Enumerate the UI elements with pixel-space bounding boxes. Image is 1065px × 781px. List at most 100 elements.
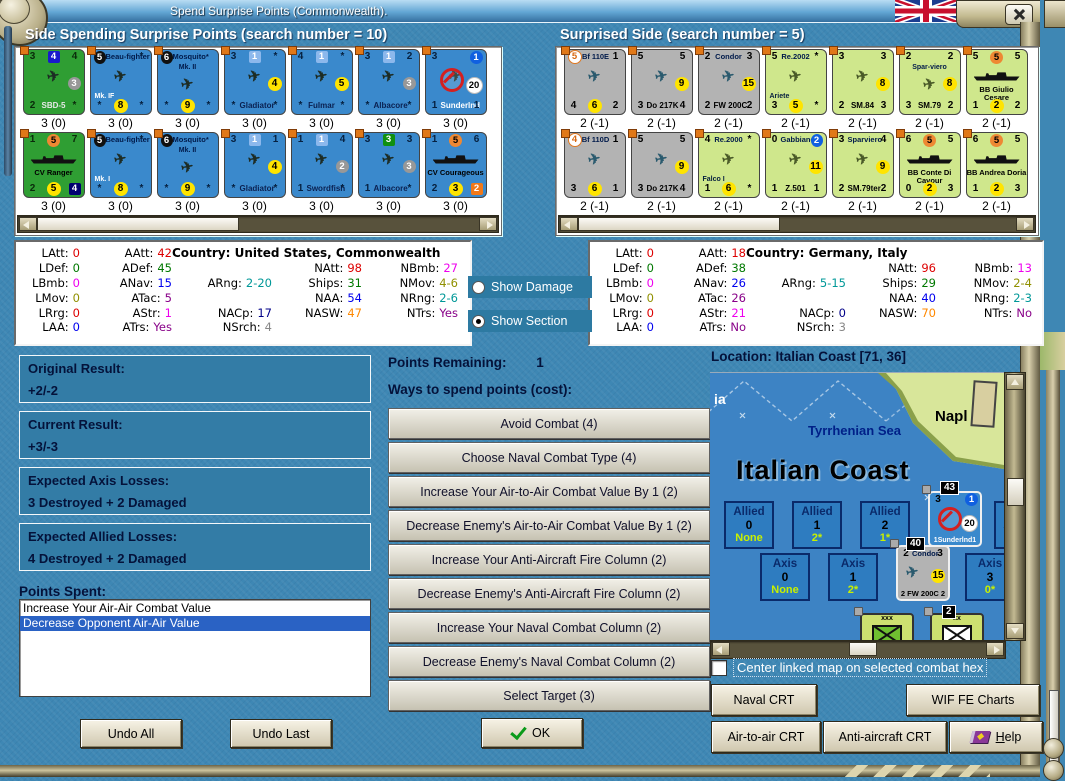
undo-last-button[interactable]: Undo Last xyxy=(230,719,332,748)
show-damage-radio[interactable]: Show Damage xyxy=(468,276,592,298)
unit-counter[interactable]: 1 5 7 CV Ranger 2 5 4 3 (0) xyxy=(19,129,87,213)
map-vertical-scrollbar[interactable] xyxy=(1004,372,1026,641)
scroll-thumb[interactable] xyxy=(849,642,877,656)
unit-counter[interactable]: 4 Re.2000 * ✈ Falco I 1 6 * 2 (-1) xyxy=(694,129,762,213)
stack-summary-box[interactable]: Axis 1 2* xyxy=(828,553,878,601)
spend-option-button[interactable]: Choose Naval Combat Type (4) xyxy=(388,442,710,473)
spend-option-button[interactable]: Increase Your Anti-Aircraft Fire Column … xyxy=(388,544,710,575)
scroll-thumb[interactable] xyxy=(578,217,780,231)
unit-counter[interactable]: 3 Sparviero 4 ✈ 9 2 SM.79ter 2 2 (-1) xyxy=(828,129,896,213)
unit-counter[interactable]: 5 5 ✈ 9 3 Do 217K 4 2 (-1) xyxy=(627,129,695,213)
wif-fe-charts-button[interactable]: WIF FE Charts xyxy=(906,684,1040,716)
counter-strength: 2 (-1) xyxy=(781,199,810,213)
aircraft-icon: ✈ xyxy=(720,149,737,169)
unit-counter[interactable]: 3 1 2 ✈ 3 * Albacore * 3 (0) xyxy=(354,46,422,130)
spend-option-button[interactable]: Avoid Combat (4) xyxy=(388,408,710,439)
stack-summary-box[interactable]: Allied 1 2* xyxy=(792,501,842,549)
unit-counter[interactable]: 3 3 3 ✈ 3 1 Albacore * 3 (0) xyxy=(354,129,422,213)
naval-crt-label: Naval CRT xyxy=(733,693,795,707)
stack-summary-box[interactable]: Allied xyxy=(994,501,1004,549)
air-to-air-crt-label: Air-to-air CRT xyxy=(727,730,805,744)
unit-counter[interactable]: 4 Bf 110D 1 ✈ 3 6 1 2 (-1) xyxy=(560,129,628,213)
help-button[interactable]: Help xyxy=(949,721,1043,753)
unit-counter[interactable]: 6 Mosquito* Mk. II ✈ * 9 * 3 (0) xyxy=(153,129,221,213)
scroll-thumb[interactable] xyxy=(1007,478,1024,506)
unit-counter[interactable]: 2 Condor 3 ✈ 15 2 FW 200C 2 2 (-1) xyxy=(694,46,762,130)
map-horizontal-scrollbar[interactable] xyxy=(710,640,1006,659)
selection-dot-icon xyxy=(421,46,431,55)
unit-counter[interactable]: 3 3 ✈ 8 2 SM.84 3 2 (-1) xyxy=(828,46,896,130)
air-to-air-crt-button[interactable]: Air-to-air CRT xyxy=(711,721,821,753)
unit-counter[interactable]: 0 Gabbiano 2 ✈ 11 1 Z.501 1 2 (-1) xyxy=(761,129,829,213)
title-bar[interactable]: Spend Surprise Points (Commonwealth). xyxy=(0,0,1040,23)
unit-counter[interactable]: 5 5 ✈ 9 3 Do 217K 4 2 (-1) xyxy=(627,46,695,130)
map-unit-counter[interactable]: 3 1 20 1Sunderlnd1 xyxy=(928,491,982,547)
unit-counter[interactable]: 5 5 5 BB Giulio Cesare 1 2 2 2 (-1) xyxy=(962,46,1030,130)
naval-crt-button[interactable]: Naval CRT xyxy=(711,684,817,716)
unit-counter[interactable]: 1 5 6 CV Courageous 2 3 2 3 (0) xyxy=(421,129,489,213)
scroll-right-icon[interactable] xyxy=(986,642,1004,656)
spend-option-button[interactable]: Increase Your Air-to-Air Combat Value By… xyxy=(388,476,710,507)
aircraft-icon: ✈ xyxy=(586,149,603,169)
counter-strength: 2 (-1) xyxy=(915,116,944,130)
unit-counter[interactable]: 1 1 4 ✈ 2 1 Swordfish * 3 (0) xyxy=(287,129,355,213)
center-map-checkbox-row[interactable]: Center linked map on selected combat hex xyxy=(711,658,988,677)
spend-option-button[interactable]: Increase Your Naval Combat Column (2) xyxy=(388,612,710,643)
scroll-left-icon[interactable] xyxy=(712,642,730,656)
land-unit-counter[interactable]: xx xyxy=(930,613,984,640)
scroll-left-icon[interactable] xyxy=(560,217,578,231)
counter-strength: 3 (0) xyxy=(376,199,401,213)
unit-counter[interactable]: 5 Beau-fighter * ✈ Mk. IF * 8 * 3 (0) xyxy=(86,46,154,130)
unit-counter[interactable]: 4 1 * ✈ 5 * Fulmar * 3 (0) xyxy=(287,46,355,130)
selection-dot-icon xyxy=(694,46,704,55)
unit-counter[interactable]: 3 1 * ✈ 4 * Gladiator * 3 (0) xyxy=(220,46,288,130)
stack-summary-box[interactable]: Axis 3 0* xyxy=(965,553,1004,601)
spend-option-button[interactable]: Decrease Enemy's Anti-Aircraft Fire Colu… xyxy=(388,578,710,609)
unit-counter[interactable]: 5 Re.2002 * ✈ Ariete 3 5 * 2 (-1) xyxy=(761,46,829,130)
unit-counter[interactable]: 5 Beau-fighter * ✈ Mk. I * 8 * 3 (0) xyxy=(86,129,154,213)
unit-counter[interactable]: 6 Mosquito* Mk. II ✈ * 9 * 3 (0) xyxy=(153,46,221,130)
unit-counter[interactable]: 3 1 1 ✈ 4 * Gladiator * 3 (0) xyxy=(220,129,288,213)
stats-row: LAtt: 0 AAtt: 18 Country: Germany, Italy xyxy=(615,246,908,261)
unit-counter[interactable]: 3 4 4 ✈ 3 2 SBD-5 * 3 (0) xyxy=(19,46,87,130)
stack-summary-box[interactable]: Allied 2 1* xyxy=(860,501,910,549)
ways-to-spend-label: Ways to spend points (cost): xyxy=(388,382,573,397)
points-spent-item[interactable]: Increase Your Air-Air Combat Value xyxy=(20,601,370,616)
scroll-right-icon[interactable] xyxy=(479,217,497,231)
radio-dot-icon[interactable] xyxy=(472,314,485,328)
unit-counter[interactable]: 6 5 5 BB Andrea Doria 1 2 3 2 (-1) xyxy=(962,129,1030,213)
selection-dot-icon xyxy=(153,129,163,138)
spend-option-button[interactable]: Decrease Enemy's Naval Combat Column (2) xyxy=(388,646,710,677)
unit-counter[interactable]: 3 1 ✈ 20 1 Sunderlnd 1 3 (0) xyxy=(421,46,489,130)
points-spent-list[interactable]: Increase Your Air-Air Combat Value Decrea… xyxy=(19,599,371,697)
anti-aircraft-crt-button[interactable]: Anti-aircraft CRT xyxy=(823,721,947,753)
original-result-value: +2/-2 xyxy=(28,383,58,398)
unit-counter[interactable]: 6 5 5 BB Conte Di Cavour 0 2 3 2 (-1) xyxy=(895,129,963,213)
surprised-panel-scrollbar[interactable] xyxy=(558,215,1036,233)
undo-all-button[interactable]: Undo All xyxy=(80,719,182,748)
unit-counter[interactable]: 2 2 Spar-viero ✈ 8 3 SM.79 2 2 (-1) xyxy=(895,46,963,130)
ok-button[interactable]: OK xyxy=(481,718,583,748)
scroll-right-icon[interactable] xyxy=(1016,217,1034,231)
spending-panel-scrollbar[interactable] xyxy=(17,215,499,233)
spend-option-button[interactable]: Decrease Enemy's Air-to-Air Combat Value… xyxy=(388,510,710,541)
points-spent-item[interactable]: Decrease Opponent Air-Air Value xyxy=(20,616,370,631)
scroll-left-icon[interactable] xyxy=(19,217,37,231)
unit-counter[interactable]: 5 Bf 110E 1 ✈ 4 6 2 2 (-1) xyxy=(560,46,628,130)
map-edge-label: ia xyxy=(714,391,726,407)
scroll-thumb[interactable] xyxy=(37,217,239,231)
aircraft-icon: ✈ xyxy=(586,66,603,86)
land-unit-counter[interactable]: xxx xyxy=(860,613,914,640)
radio-dot-icon[interactable] xyxy=(472,280,485,294)
stack-summary-box[interactable]: Axis 0 None xyxy=(760,553,810,601)
show-section-radio[interactable]: Show Section xyxy=(468,310,592,332)
combat-map[interactable]: ia Tyrrhenian Sea Napl Italian Coast All… xyxy=(710,372,1004,640)
counter-strength: 3 (0) xyxy=(108,199,133,213)
spend-option-button[interactable]: Select Target (3) xyxy=(388,680,710,711)
stats-row: LMov: 0 ATac: 5 NAA: 54 NRng: 2-6 xyxy=(35,290,458,305)
checkbox-icon[interactable] xyxy=(711,659,727,676)
stack-summary-box[interactable]: Allied 0 None xyxy=(724,501,774,549)
map-unit-counter[interactable]: 2 Condor 3 ✈ 15 2 FW 200C 2 xyxy=(896,545,950,601)
expected-axis-losses-box: Expected Axis Losses: 3 Destroyed + 2 Da… xyxy=(19,467,371,515)
check-icon xyxy=(510,722,527,740)
